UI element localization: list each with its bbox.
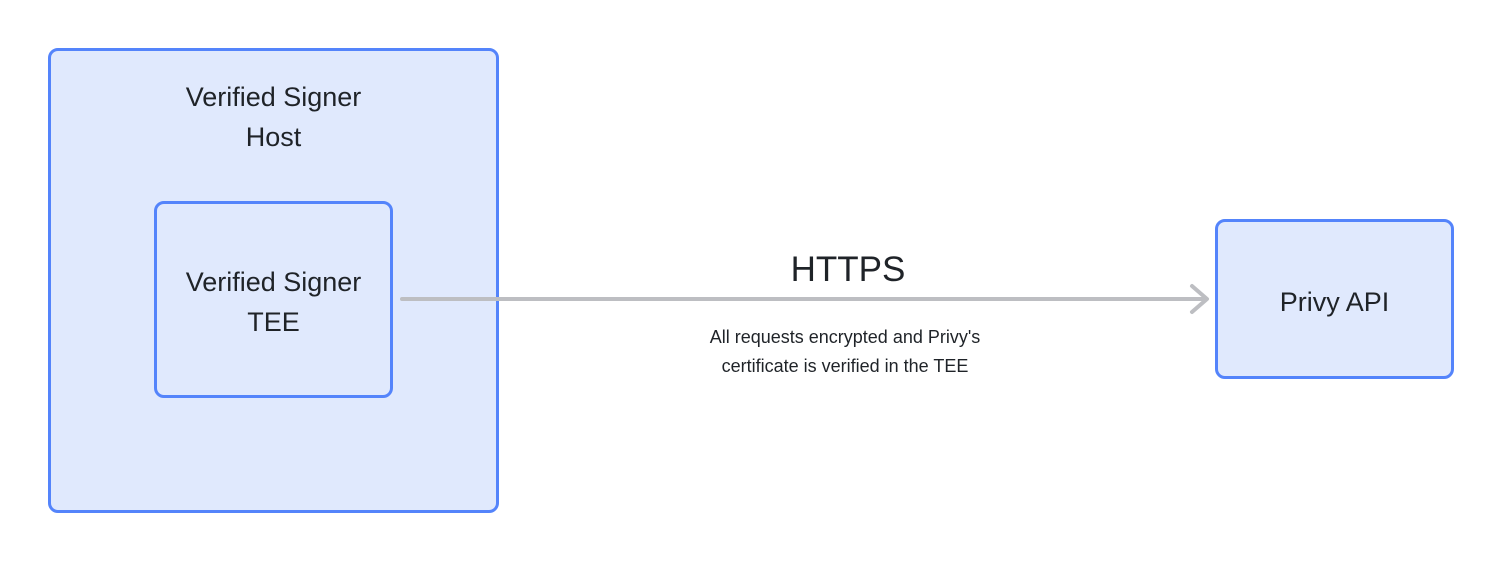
edge-note: All requests encrypted and Privy's certi… xyxy=(645,323,1045,381)
edge-note-line2: certificate is verified in the TEE xyxy=(721,356,969,376)
edge-label: HTTPS xyxy=(790,250,906,289)
edge-note-line1: All requests encrypted and Privy's xyxy=(709,327,981,347)
